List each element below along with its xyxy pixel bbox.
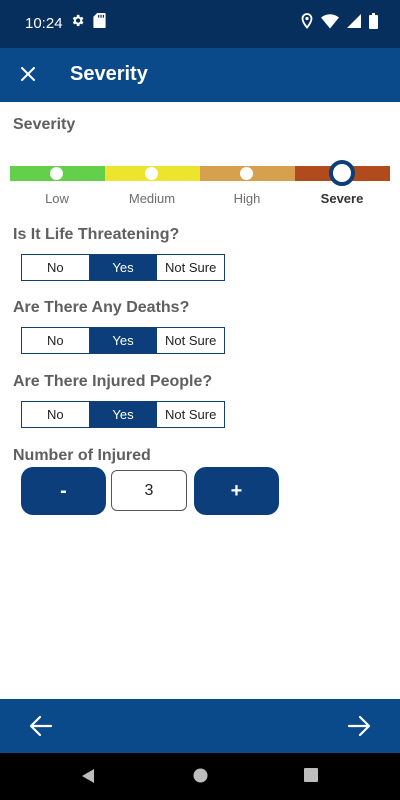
question-injured-people-title: Are There Injured People? — [13, 373, 213, 390]
injured-count-field[interactable]: 3 — [111, 470, 187, 511]
home-circle-icon[interactable] — [193, 768, 208, 783]
severity-label-medium: Medium — [128, 191, 176, 206]
recents-square-icon[interactable] — [304, 768, 318, 782]
life-threatening-no-button[interactable]: No — [22, 255, 90, 280]
injured-people-not-sure-button[interactable]: Not Sure — [157, 402, 225, 427]
increment-injured-button[interactable]: + — [194, 467, 279, 515]
deaths-no-button[interactable]: No — [22, 328, 90, 353]
next-button[interactable] — [346, 713, 372, 739]
gear-icon — [72, 14, 84, 27]
injured-people-no-button[interactable]: No — [22, 402, 90, 427]
close-button[interactable] — [14, 60, 42, 88]
deaths-yes-button[interactable]: Yes — [89, 328, 158, 353]
severity-label-high: High — [233, 191, 261, 206]
back-triangle-icon[interactable] — [81, 768, 95, 784]
battery-icon — [369, 13, 378, 29]
deaths-not-sure-button[interactable]: Not Sure — [157, 328, 225, 353]
life-threatening-toggle-group: No Yes Not Sure — [21, 254, 225, 281]
question-life-threatening-title: Is It Life Threatening? — [13, 226, 180, 243]
decrement-injured-button[interactable]: - — [21, 467, 106, 515]
close-icon — [21, 67, 35, 81]
system-navigation-bar — [0, 753, 400, 800]
injured-people-yes-button[interactable]: Yes — [89, 402, 158, 427]
number-injured-title: Number of Injured — [13, 447, 151, 464]
severity-label-low: Low — [45, 191, 69, 206]
severity-section-title: Severity — [13, 116, 76, 133]
question-deaths-title: Are There Any Deaths? — [13, 299, 190, 316]
arrow-right-icon — [347, 715, 371, 737]
severity-stop-high[interactable] — [240, 167, 253, 180]
status-bar: 10:24 — [0, 0, 400, 48]
severity-stop-medium[interactable] — [145, 167, 158, 180]
back-button[interactable] — [28, 713, 54, 739]
sd-card-icon — [93, 13, 106, 28]
signal-icon — [347, 14, 361, 28]
bottom-nav-bar — [0, 699, 400, 753]
page-title: Severity — [70, 63, 148, 85]
injured-people-toggle-group: No Yes Not Sure — [21, 401, 225, 428]
app-bar: Severity — [0, 48, 400, 102]
life-threatening-not-sure-button[interactable]: Not Sure — [157, 255, 225, 280]
wifi-icon — [321, 13, 339, 28]
deaths-toggle-group: No Yes Not Sure — [21, 327, 225, 354]
life-threatening-yes-button[interactable]: Yes — [89, 255, 158, 280]
location-icon — [301, 13, 313, 29]
severity-stop-low[interactable] — [50, 167, 63, 180]
severity-label-severe: Severe — [320, 191, 364, 206]
arrow-left-icon — [29, 715, 53, 737]
severity-slider-thumb[interactable] — [329, 160, 355, 186]
status-time: 10:24 — [25, 15, 63, 32]
